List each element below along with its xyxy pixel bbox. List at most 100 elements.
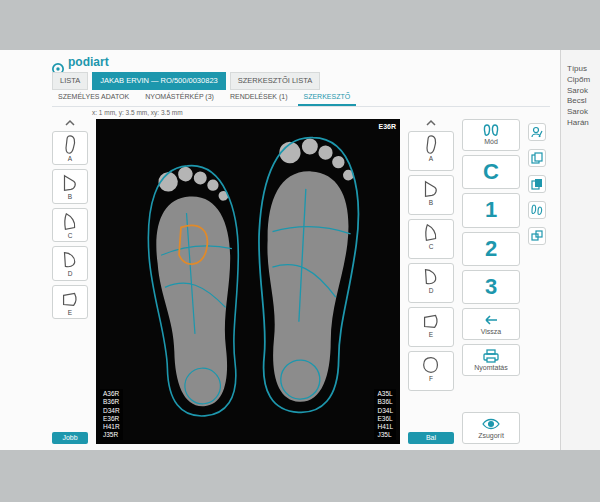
insole-shape-icon (420, 266, 442, 288)
code: A36R (103, 390, 120, 398)
side-icon-button[interactable] (528, 149, 546, 167)
logo: podiart (68, 56, 109, 68)
column-spacer (52, 323, 88, 428)
tool-label: 2 (465, 236, 517, 262)
details-panel: TípusCipőmSarokBecslSarokHarán (560, 50, 600, 450)
subtab[interactable]: RENDELÉSEK (1) (224, 90, 294, 106)
tool-icon (482, 123, 500, 137)
code: B36R (103, 398, 120, 406)
tool-button[interactable]: Vissza (462, 308, 520, 340)
tool-icon (465, 417, 517, 432)
foot-button[interactable]: Jobb (52, 432, 88, 444)
shape-label: D (429, 288, 434, 295)
shape-thumbnail[interactable]: A (52, 131, 88, 166)
tab[interactable]: LISTA (52, 72, 88, 90)
side-icon-button[interactable] (528, 201, 546, 219)
subtab-bar: SZEMÉLYES ADATOKNYOMÁSTÉRKÉP (3)RENDELÉS… (52, 90, 550, 107)
code-list: A36RB36RD34RE36RH41RJ35R (100, 389, 123, 440)
tool-button[interactable]: Zsugorít (462, 412, 520, 444)
side-icon-button[interactable] (528, 227, 546, 245)
shape-label: E (68, 310, 72, 317)
edit-user-icon (531, 126, 543, 138)
duplicate-icon (531, 178, 543, 190)
insole-shape-icon (420, 222, 442, 244)
insole-shape-icon (59, 134, 81, 156)
subtab[interactable]: NYOMÁSTÉRKÉP (3) (139, 90, 220, 106)
editor-window: podiart LISTAJAKAB ERVIN — RO/500/003082… (0, 50, 560, 450)
measure-row: x: 1 mm, y: 3.5 mm, xy: 3.5 mm (52, 107, 550, 119)
code: J35R (103, 431, 120, 439)
code: H41R (103, 423, 120, 431)
shape-label: B (68, 194, 72, 201)
panel-field: Sarok (567, 86, 600, 97)
scroll-up-icon (64, 119, 76, 127)
shape-thumbnail[interactable]: E (52, 285, 88, 320)
shape-label: D (68, 271, 73, 278)
shape-thumbnail[interactable]: D (52, 246, 88, 281)
shape-thumbnail[interactable]: C (408, 219, 454, 259)
code: D34R (103, 407, 120, 415)
tool-icon (482, 313, 500, 327)
shape-thumbnail[interactable]: C (52, 208, 88, 243)
tool-button[interactable]: Mód (462, 119, 520, 151)
tool-label: Mód (465, 138, 517, 146)
panel-field: Típus (567, 64, 600, 75)
code: H41L (377, 423, 393, 431)
foot-pressure-map (96, 119, 400, 444)
shape-thumbnail[interactable]: A (408, 131, 454, 171)
tool-button[interactable]: 2 (462, 232, 520, 266)
tool-button[interactable]: 1 (462, 193, 520, 227)
tab-bar: LISTAJAKAB ERVIN — RO/500/0030823 SZERKES… (52, 72, 550, 90)
scan-code: E36R (378, 122, 396, 133)
shape-label: C (429, 244, 434, 251)
tool-label: Vissza (465, 328, 517, 336)
shape-thumbnail[interactable]: F (408, 351, 454, 391)
subtab[interactable]: SZERKESZTŐ (298, 90, 357, 106)
column-spacer (408, 395, 454, 429)
tool-label: Nyomtatás (465, 364, 517, 372)
tool-column: Mód C 1 2 3 Vissza Nyomtatás Zsugorít (462, 119, 520, 444)
panel-field: Becsl (567, 96, 600, 107)
scroll-up-button[interactable] (52, 119, 88, 127)
shape-label: C (68, 233, 73, 240)
panel-field: Sarok (567, 107, 600, 118)
tool-button[interactable]: Nyomtatás (462, 344, 520, 376)
scroll-up-icon (425, 119, 437, 127)
tool-label: C (465, 159, 517, 185)
side-icon-button[interactable] (528, 123, 546, 141)
tab[interactable]: JAKAB ERVIN — RO/500/0030823 (92, 72, 225, 90)
subtab[interactable]: SZEMÉLYES ADATOK (52, 90, 135, 106)
insole-shape-icon (420, 310, 442, 332)
code: E36R (103, 415, 120, 423)
insole-shape-icon (59, 288, 81, 310)
shape-column: A B C D E Jobb (52, 119, 88, 444)
panel-field: Harán (567, 118, 600, 129)
tool-label: 3 (465, 274, 517, 300)
feet-icon (531, 204, 543, 216)
tool-button[interactable]: 3 (462, 270, 520, 304)
insole-shape-icon (59, 211, 81, 233)
foot-button[interactable]: Bal (408, 432, 454, 444)
icon-column (528, 119, 550, 444)
code: E36L (377, 415, 393, 423)
code-list: A35LB36LD34LE36LH41LJ35L (374, 389, 396, 440)
tool-icon (465, 123, 517, 138)
shape-label: F (429, 376, 433, 383)
code: B36L (377, 398, 393, 406)
shape-label: A (429, 156, 433, 163)
tool-icon (465, 313, 517, 328)
insole-shape-icon (420, 354, 442, 376)
foot-scan: E36RA36RB36RD34RE36RH41RJ35RA35LB36LD34L… (96, 119, 400, 444)
insole-shape-icon (420, 134, 442, 156)
copy-icon (531, 152, 543, 164)
tool-button[interactable]: C (462, 155, 520, 189)
tool-label: Zsugorít (465, 432, 517, 440)
shape-thumbnail[interactable]: B (408, 175, 454, 215)
side-icon-button[interactable] (528, 175, 546, 193)
shape-thumbnail[interactable]: B (52, 169, 88, 204)
shape-thumbnail[interactable]: D (408, 263, 454, 303)
tab[interactable]: SZERKESZTŐI LISTA (230, 72, 320, 90)
scroll-up-button[interactable] (408, 119, 454, 127)
shape-thumbnail[interactable]: E (408, 307, 454, 347)
insole-shape-icon (59, 172, 81, 194)
